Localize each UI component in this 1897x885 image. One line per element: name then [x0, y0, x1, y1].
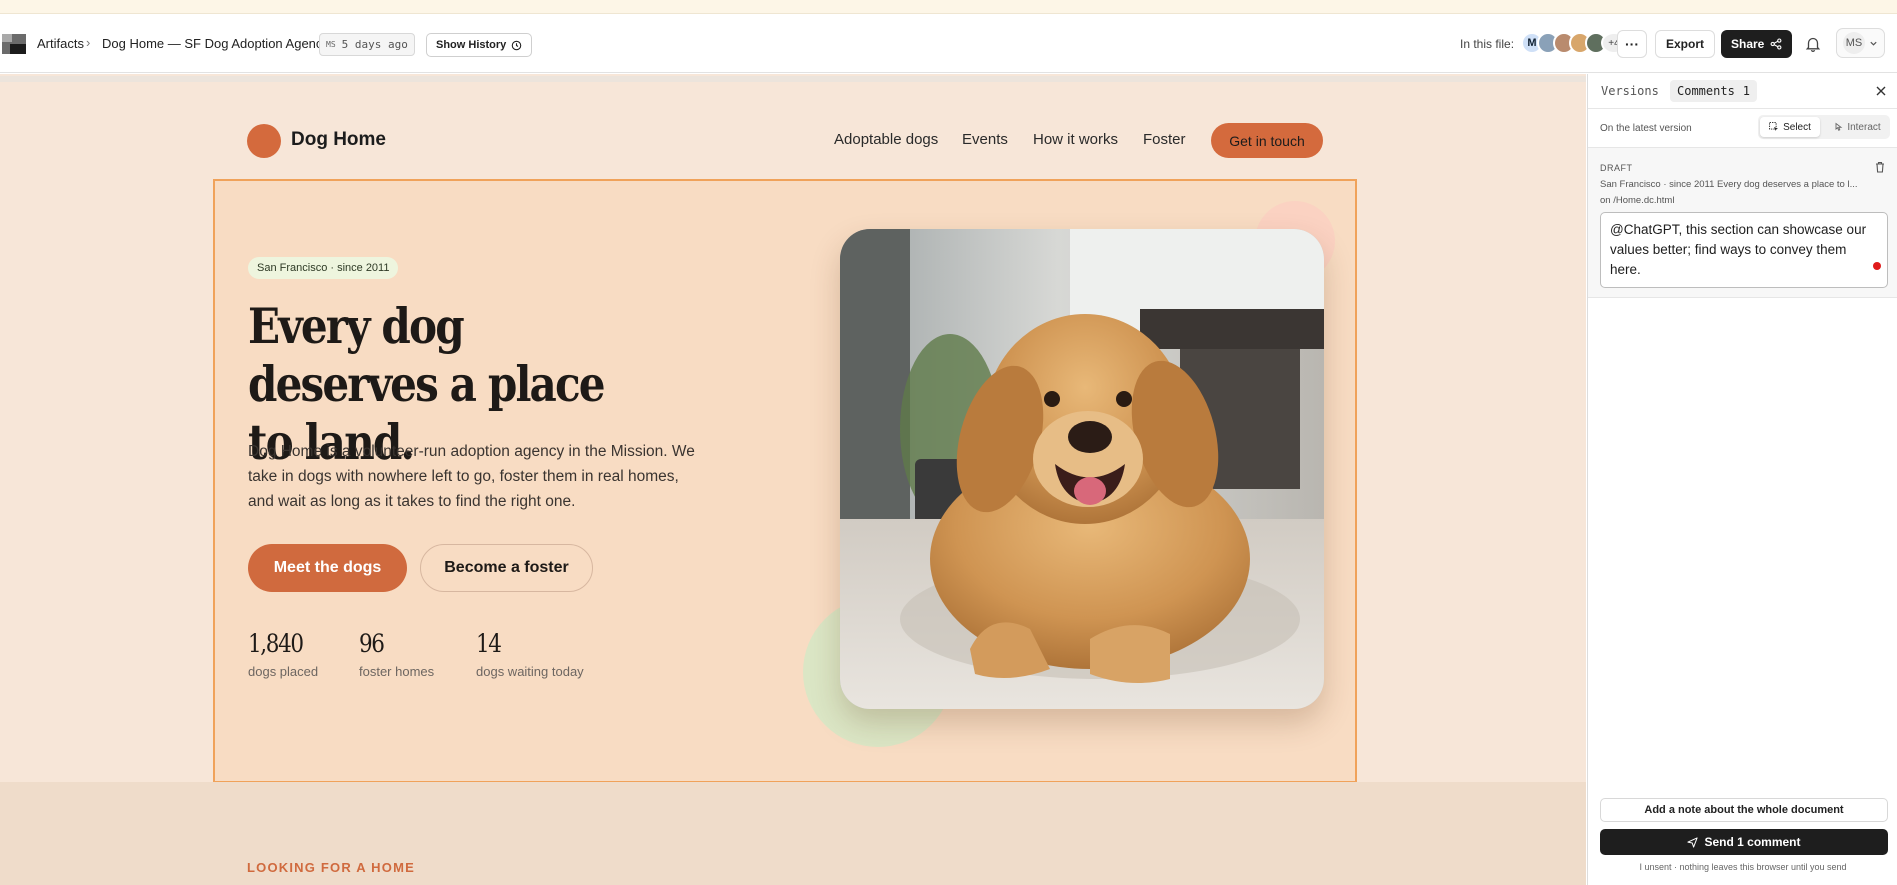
draft-label: DRAFT — [1600, 163, 1633, 173]
tab-versions[interactable]: Versions — [1601, 84, 1659, 98]
comment-text: @ChatGPT, this section can showcase our … — [1610, 222, 1867, 277]
show-history-button[interactable]: Show History — [426, 33, 533, 57]
dog-photo-illustration — [840, 229, 1324, 709]
chevron-down-icon — [1870, 41, 1877, 46]
send-comment-button[interactable]: Send 1 comment — [1600, 829, 1888, 855]
interact-pointer-icon — [1835, 122, 1843, 131]
tab-comments-label: Comments — [1677, 84, 1735, 98]
stat-value: 96 — [359, 629, 385, 658]
app-header: Artifacts › Dog Home — SF Dog Adoption A… — [0, 14, 1897, 73]
meet-the-dogs-button[interactable]: Meet the dogs — [248, 544, 407, 592]
top-strip — [0, 0, 1897, 14]
get-in-touch-button[interactable]: Get in touch — [1211, 123, 1323, 158]
show-history-label: Show History — [436, 39, 507, 51]
become-a-foster-button[interactable]: Become a foster — [420, 544, 593, 592]
history-icon — [512, 40, 522, 50]
user-avatar: MS — [1843, 32, 1865, 54]
mode-select-label: Select — [1783, 121, 1811, 133]
unsent-indicator — [1873, 262, 1881, 270]
bell-icon[interactable] — [1804, 35, 1822, 53]
canvas-shade — [0, 76, 1586, 82]
document-canvas: Dog Home Adoptable dogs Events How it wo… — [0, 74, 1586, 885]
last-edited-badge: MS 5 days ago — [319, 33, 415, 56]
version-status: On the latest version — [1600, 123, 1692, 134]
next-section-eyebrow: LOOKING FOR A HOME — [247, 860, 415, 875]
stat-label: dogs placed — [248, 664, 319, 679]
hero-section-selected[interactable]: San Francisco · since 2011 Every dog des… — [213, 179, 1357, 783]
mode-interact-button[interactable]: Interact — [1826, 117, 1888, 137]
nav-how-it-works[interactable]: How it works — [1033, 131, 1118, 148]
tab-comments[interactable]: Comments 1 — [1670, 80, 1758, 102]
stat-dogs-waiting: 14 dogs waiting today — [476, 629, 584, 679]
draft-context: San Francisco · since 2011 Every dog des… — [1600, 179, 1858, 190]
draft-comment-card: DRAFT San Francisco · since 2011 Every d… — [1588, 148, 1897, 298]
send-icon — [1687, 836, 1699, 848]
more-options-button[interactable]: ··· — [1617, 30, 1647, 58]
breadcrumb-artifacts[interactable]: Artifacts — [37, 36, 84, 51]
share-button[interactable]: Share — [1721, 30, 1793, 58]
trash-icon[interactable] — [1873, 160, 1887, 174]
mode-interact-label: Interact — [1847, 121, 1881, 133]
stat-label: dogs waiting today — [476, 664, 584, 679]
document-title: Dog Home — SF Dog Adoption Agency — [102, 36, 329, 51]
collaborator-avatars[interactable]: M +4 — [1521, 32, 1627, 54]
editor-initials: MS — [326, 40, 336, 49]
privacy-footnote: I unsent · nothing leaves this browser u… — [1639, 862, 1847, 872]
panel-divider — [1588, 108, 1897, 109]
stat-value: 1,840 — [248, 629, 304, 658]
user-menu[interactable]: MS — [1836, 28, 1885, 58]
site-logo-icon[interactable] — [247, 124, 281, 158]
hero-location-badge: San Francisco · since 2011 — [248, 257, 399, 279]
stat-dogs-placed: 1,840 dogs placed — [248, 629, 318, 679]
close-icon[interactable] — [1873, 83, 1889, 99]
send-comment-label: Send 1 comment — [1704, 835, 1801, 849]
in-file-label: In this file: — [1460, 37, 1515, 51]
draft-location: on /Home.dc.html — [1600, 195, 1675, 206]
stat-foster-homes: 96 foster homes — [359, 629, 434, 679]
add-document-note-button[interactable]: Add a note about the whole document — [1600, 798, 1888, 822]
stat-label: foster homes — [359, 664, 435, 679]
edited-ago: 5 days ago — [341, 38, 408, 51]
nav-adoptable-dogs[interactable]: Adoptable dogs — [834, 131, 938, 148]
stat-value: 14 — [476, 629, 502, 658]
nav-events[interactable]: Events — [962, 131, 1008, 148]
comment-textarea[interactable]: @ChatGPT, this section can showcase our … — [1600, 212, 1888, 288]
site-brand[interactable]: Dog Home — [291, 129, 386, 151]
hero-dog-photo — [840, 229, 1324, 709]
select-cursor-icon — [1769, 122, 1779, 131]
app-logo-icon[interactable] — [2, 34, 26, 54]
next-section — [0, 782, 1586, 885]
share-icon — [1770, 38, 1782, 50]
mode-toggle: Select Interact — [1758, 115, 1890, 139]
export-button[interactable]: Export — [1655, 30, 1716, 58]
breadcrumb-chevron-icon: › — [86, 35, 91, 50]
comments-panel: Versions Comments 1 On the latest versio… — [1587, 74, 1897, 885]
hero-copy: Dog Home is a volunteer-run adoption age… — [248, 443, 695, 510]
share-label: Share — [1731, 37, 1765, 51]
nav-foster[interactable]: Foster — [1143, 131, 1186, 148]
comments-count: 1 — [1742, 84, 1751, 98]
mode-select-button[interactable]: Select — [1760, 117, 1820, 137]
